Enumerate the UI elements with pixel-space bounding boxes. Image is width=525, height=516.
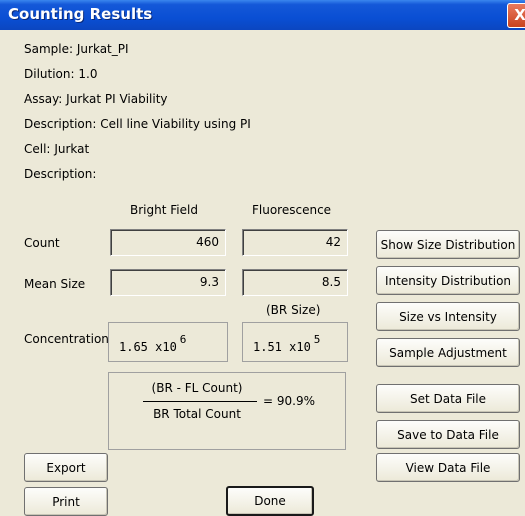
assay-value: Jurkat PI Viability [66,92,168,106]
sample-label: Sample: [24,42,74,56]
description-label: Description: [24,117,97,131]
description-label-2: Description: [24,167,97,181]
count-fl-field: 42 [242,229,348,256]
dilution-line: Dilution: 1.0 [24,67,97,81]
concentration-bf-field: 1.65 x106 [108,322,228,362]
bright-field-header: Bright Field [130,203,198,217]
save-to-data-file-button[interactable]: Save to Data File [376,420,520,449]
cell-line: Cell: Jurkat [24,142,89,156]
view-data-file-button[interactable]: View Data File [376,453,520,482]
fluorescence-header: Fluorescence [252,203,332,217]
sample-value: Jurkat_PI [76,42,129,56]
description-line: Description: Cell line Viability using P… [24,117,251,131]
assay-line: Assay: Jurkat PI Viability [24,92,168,106]
concentration-bf-exponent: 6 [179,333,187,346]
dilution-label: Dilution: [24,67,75,81]
mean-size-label: Mean Size [24,277,86,291]
dilution-value: 1.0 [78,67,98,81]
done-button[interactable]: Done [226,486,314,516]
mean-size-bf-field: 9.3 [110,269,226,296]
window-title: Counting Results [8,5,153,23]
description-line-2: Description: [24,167,96,181]
concentration-fl-mantissa: 1.51 x10 [253,340,311,354]
cell-value: Jurkat [54,142,90,156]
equals-sign: = [263,394,274,408]
show-size-distribution-button[interactable]: Show Size Distribution [376,230,520,259]
concentration-fl-exponent: 5 [313,333,321,346]
cell-label: Cell: [24,142,51,156]
br-size-label: (BR Size) [266,303,321,317]
ratio-denominator: BR Total Count [153,407,241,421]
concentration-label: Concentration [24,332,109,346]
ratio-numerator: (BR - FL Count) [151,381,243,395]
concentration-bf-mantissa: 1.65 x10 [119,340,177,354]
count-label: Count [24,236,60,250]
title-bar[interactable]: Counting Results X [0,0,525,30]
export-button[interactable]: Export [24,453,108,482]
print-button[interactable]: Print [24,487,108,516]
sample-adjustment-button[interactable]: Sample Adjustment [376,338,520,367]
set-data-file-button[interactable]: Set Data File [376,384,520,413]
description-value: Cell line Viability using PI [100,117,251,131]
intensity-distribution-button[interactable]: Intensity Distribution [376,266,520,295]
sample-line: Sample: Jurkat_PI [24,42,129,56]
close-icon[interactable]: X [507,3,525,28]
count-bf-field: 460 [110,229,226,256]
concentration-fl-field: 1.51 x105 [242,322,348,362]
counting-results-dialog: Counting Results X Sample: Jurkat_PI Dil… [0,0,525,516]
viability-ratio-box: (BR - FL Count) BR Total Count = 90.9% [108,372,346,450]
ratio-result: = 90.9% [263,394,315,408]
viability-percent: 90.9% [276,394,316,408]
size-vs-intensity-button[interactable]: Size vs Intensity [376,302,520,331]
mean-size-fl-field: 8.5 [242,269,348,296]
fraction-line [143,401,257,402]
assay-label: Assay: [24,92,63,106]
